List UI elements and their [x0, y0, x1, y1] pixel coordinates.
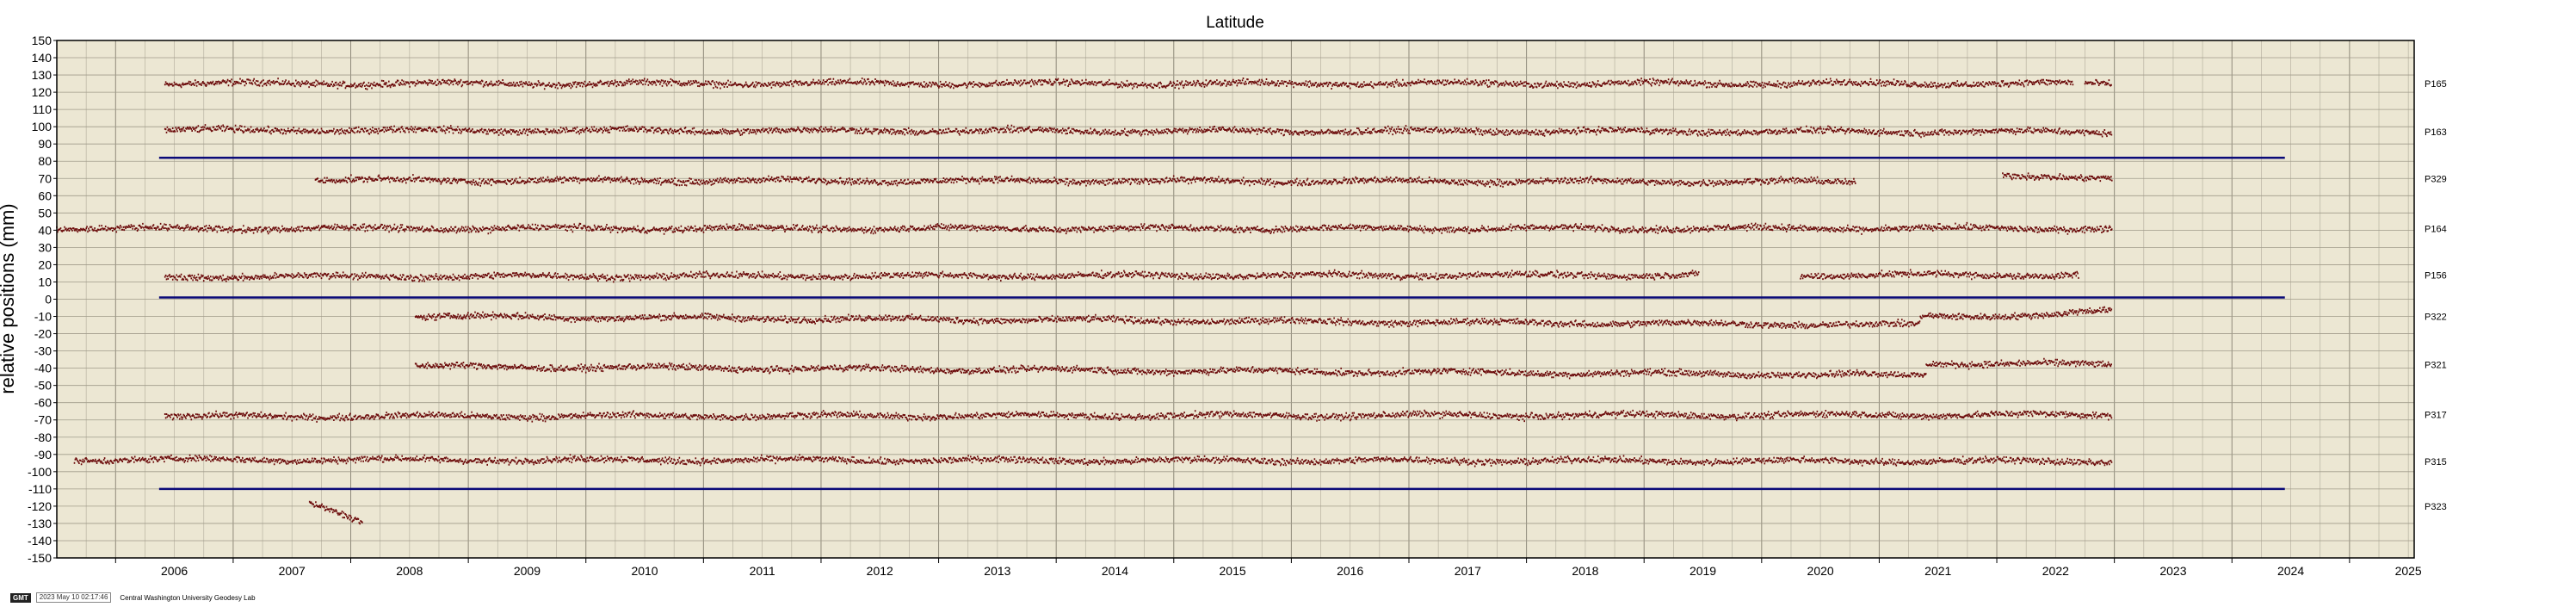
x-tick-label: 2012: [867, 564, 893, 578]
y-tick-label: 20: [38, 257, 52, 271]
y-tick-label: 10: [38, 275, 52, 288]
station-label: P321: [2425, 361, 2447, 371]
y-tick-label: -50: [34, 379, 52, 393]
station-label: P329: [2425, 174, 2447, 184]
x-tick-label: 2008: [396, 564, 423, 578]
timestamp: 2023 May 10 02:17:46: [35, 592, 112, 603]
y-tick-label: 40: [38, 223, 52, 237]
x-tick-label: 2006: [161, 564, 188, 578]
chart: 1501401301201101009080706050403020100-10…: [0, 14, 2447, 578]
y-tick-label: -110: [28, 482, 52, 496]
y-tick-label: -140: [28, 534, 52, 548]
x-tick-label: 2009: [514, 564, 541, 578]
station-label: P315: [2425, 457, 2447, 468]
station-label: P317: [2425, 411, 2447, 421]
x-tick-label: 2007: [279, 564, 306, 578]
x-tick-label: 2021: [1924, 564, 1951, 578]
y-tick-label: 90: [38, 137, 52, 151]
y-tick-label: -80: [34, 430, 52, 444]
y-tick-label: 30: [38, 240, 52, 254]
y-axis-label: relative positions (mm): [0, 203, 18, 393]
y-tick-label: -30: [34, 344, 52, 358]
lab-name: Central Washington University Geodesy La…: [120, 593, 256, 602]
x-tick-label: 2015: [1220, 564, 1246, 578]
station-label: P164: [2425, 224, 2447, 234]
y-tick-label: 50: [38, 206, 52, 220]
x-tick-label: 2020: [1807, 564, 1834, 578]
x-tick-label: 2018: [1572, 564, 1598, 578]
x-tick-label: 2025: [2395, 564, 2422, 578]
y-tick-label: -90: [34, 448, 52, 461]
station-label: P322: [2425, 313, 2447, 323]
x-tick-label: 2011: [750, 564, 775, 578]
x-tick-label: 2019: [1690, 564, 1716, 578]
y-tick-label: -20: [34, 327, 52, 341]
y-tick-label: -10: [34, 310, 52, 324]
y-tick-label: -70: [34, 413, 52, 427]
y-tick-label: 120: [32, 85, 53, 99]
x-tick-label: 2013: [984, 564, 1010, 578]
y-tick-label: 110: [33, 102, 53, 116]
footer: GMT 2023 May 10 02:17:46 Central Washing…: [10, 592, 256, 603]
station-labels: P165 P163 P329 P164 P156 P322 P321 P317 P315 P323: [2425, 79, 2447, 512]
y-tick-label: -100: [28, 465, 52, 479]
x-tick-label: 2014: [1102, 564, 1128, 578]
station-label: P165: [2425, 79, 2447, 90]
y-tick-label: 80: [38, 154, 52, 168]
y-tick-label: 100: [32, 120, 53, 133]
y-tick-label: -60: [34, 396, 52, 410]
x-tick-label: 2017: [1455, 564, 1481, 578]
station-label: P163: [2425, 127, 2447, 138]
y-tick-label: -130: [28, 517, 52, 530]
x-tick-label: 2010: [631, 564, 658, 578]
y-tick-label: 70: [38, 171, 52, 185]
y-tick-label: 140: [32, 51, 53, 65]
x-tick-label: 2016: [1337, 564, 1363, 578]
y-tick-label: -150: [28, 551, 52, 565]
y-tick-label: -40: [34, 362, 52, 375]
y-tick-label: 0: [45, 293, 52, 307]
chart-title: Latitude: [1206, 14, 1264, 32]
gmt-logo: GMT: [10, 592, 31, 603]
x-tick-label: 2023: [2159, 564, 2186, 578]
station-label: P156: [2425, 270, 2447, 281]
y-tick-label: 60: [38, 189, 52, 202]
station-label: P323: [2425, 502, 2447, 512]
y-tick-label: 150: [32, 34, 53, 47]
x-tick-label: 2024: [2277, 564, 2304, 578]
y-tick-label: 130: [32, 68, 53, 82]
x-tick-label: 2022: [2042, 564, 2069, 578]
y-tick-label: -120: [28, 499, 52, 513]
